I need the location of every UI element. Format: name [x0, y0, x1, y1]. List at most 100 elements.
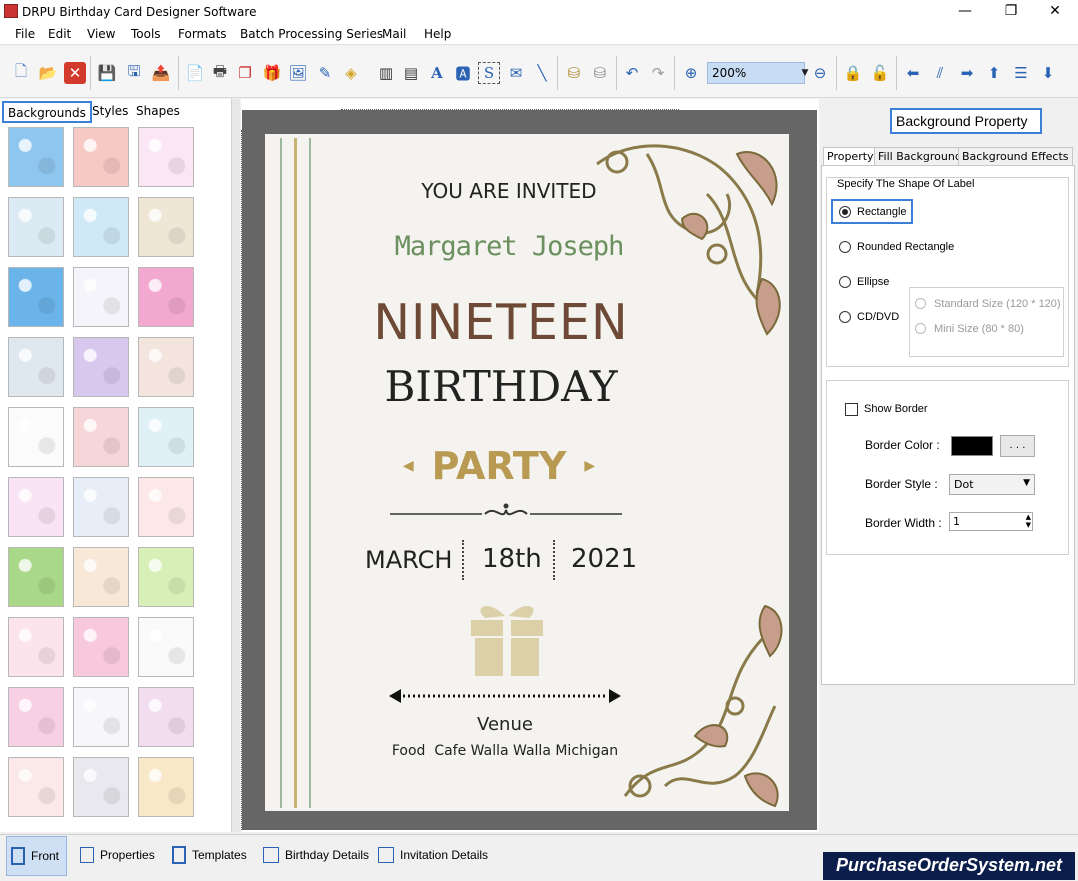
barcode-icon[interactable]: ▥ — [375, 62, 397, 84]
database-icon[interactable]: ⛁ — [563, 62, 585, 84]
barcode2-icon[interactable]: ▤ — [400, 62, 422, 84]
tab-property[interactable]: Property — [823, 147, 878, 166]
birthday-text[interactable]: BIRTHDAY — [265, 362, 763, 411]
menu-mail[interactable]: Mail — [382, 27, 406, 41]
undo-icon[interactable]: ↶ — [621, 62, 643, 84]
print-icon[interactable]: 🖶 — [209, 62, 231, 84]
background-thumbnail[interactable] — [73, 197, 129, 257]
tab-styles[interactable]: Styles — [88, 101, 132, 123]
background-thumbnail[interactable] — [8, 337, 64, 397]
tab-front[interactable]: Front — [6, 836, 67, 876]
tab-properties[interactable]: Properties — [76, 842, 159, 868]
background-thumbnail[interactable] — [138, 337, 194, 397]
background-thumbnail[interactable] — [138, 477, 194, 537]
line-icon[interactable]: ╲ — [531, 62, 553, 84]
invite-text[interactable]: YOU ARE INVITED — [265, 179, 771, 203]
shape-icon[interactable]: ◈ — [340, 62, 362, 84]
menu-batch[interactable]: Batch Processing Series — [240, 27, 383, 41]
save-icon[interactable]: 💾 — [96, 62, 118, 84]
background-thumbnail[interactable] — [138, 407, 194, 467]
background-thumbnail[interactable] — [138, 127, 194, 187]
background-thumbnail[interactable] — [8, 407, 64, 467]
lock-icon[interactable]: 🔒 — [842, 62, 864, 84]
background-thumbnail[interactable] — [138, 197, 194, 257]
close-file-icon[interactable]: ✕ — [64, 62, 86, 84]
align-icon[interactable]: ☰ — [1010, 62, 1032, 84]
background-thumbnail[interactable] — [73, 617, 129, 677]
gift-icon[interactable]: 🎁 — [261, 62, 283, 84]
background-thumbnail[interactable] — [73, 547, 129, 607]
background-thumbnail[interactable] — [73, 477, 129, 537]
arrow-right-icon[interactable]: ➡ — [956, 62, 978, 84]
pen-icon[interactable]: ✎ — [314, 62, 336, 84]
spin-down-icon[interactable]: ▼ — [1026, 521, 1031, 529]
background-thumbnail[interactable] — [8, 477, 64, 537]
zoom-select[interactable]: 200% — [707, 62, 805, 84]
background-thumbnail[interactable] — [138, 757, 194, 817]
copy-icon[interactable]: ❐ — [234, 62, 256, 84]
background-thumbnail[interactable] — [8, 127, 64, 187]
age-text[interactable]: NINETEEN — [265, 294, 763, 351]
background-thumbnail[interactable] — [8, 267, 64, 327]
card[interactable]: YOU ARE INVITED Margaret Joseph NINETEEN… — [265, 134, 789, 811]
venue-address[interactable]: Food Cafe Walla Walla Michigan — [265, 743, 767, 759]
label-rectangle[interactable]: Rectangle — [857, 206, 907, 218]
menu-file[interactable]: File — [15, 27, 35, 41]
radio-rounded-rectangle[interactable] — [839, 241, 851, 253]
tab-backgrounds[interactable]: Backgrounds — [2, 101, 92, 123]
label-ellipse[interactable]: Ellipse — [857, 276, 889, 288]
unlock-icon[interactable]: 🔓 — [869, 62, 891, 84]
image-icon[interactable]: 🖼 — [287, 62, 309, 84]
zoom-in-icon[interactable]: ⊕ — [680, 62, 702, 84]
show-border-checkbox[interactable] — [845, 403, 858, 416]
mail-icon[interactable]: ✉ — [505, 62, 527, 84]
close-button[interactable]: ✕ — [1032, 0, 1078, 24]
menu-formats[interactable]: Formats — [178, 27, 227, 41]
radio-cd-dvd[interactable] — [839, 311, 851, 323]
label-cd-dvd[interactable]: CD/DVD — [857, 311, 899, 323]
border-color-button[interactable]: . . . — [1000, 435, 1035, 457]
maximize-button[interactable]: ❐ — [988, 0, 1034, 24]
export-icon[interactable]: 📤 — [150, 62, 172, 84]
arrow-left-icon[interactable]: ⬅ — [902, 62, 924, 84]
guest-name[interactable]: Margaret Joseph — [265, 231, 771, 262]
label-rounded-rectangle[interactable]: Rounded Rectangle — [857, 241, 954, 253]
radio-rectangle[interactable] — [839, 206, 851, 218]
menu-tools[interactable]: Tools — [131, 27, 161, 41]
border-width-stepper[interactable]: 1 ▲ ▼ — [949, 512, 1033, 531]
background-thumbnail[interactable] — [73, 337, 129, 397]
background-thumbnail[interactable] — [138, 267, 194, 327]
properties-icon[interactable]: 📄 — [184, 62, 206, 84]
open-icon[interactable]: 📂 — [37, 62, 59, 84]
border-color-swatch[interactable] — [951, 436, 993, 456]
background-thumbnail[interactable] — [73, 757, 129, 817]
background-thumbnail[interactable] — [8, 687, 64, 747]
background-thumbnail[interactable] — [73, 687, 129, 747]
arrow-up-icon[interactable]: ⬆ — [983, 62, 1005, 84]
background-thumbnail[interactable] — [138, 617, 194, 677]
radio-ellipse[interactable] — [839, 276, 851, 288]
background-thumbnail[interactable] — [8, 617, 64, 677]
show-border-label[interactable]: Show Border — [864, 403, 928, 415]
background-thumbnail[interactable] — [73, 127, 129, 187]
background-thumbnail[interactable] — [8, 757, 64, 817]
database2-icon[interactable]: ⛁ — [589, 62, 611, 84]
tab-invitation-details[interactable]: Invitation Details — [374, 842, 492, 868]
tab-shapes[interactable]: Shapes — [132, 101, 184, 123]
minimize-button[interactable]: — — [942, 0, 988, 24]
menu-help[interactable]: Help — [424, 27, 451, 41]
wordart-icon[interactable]: 🅰 — [452, 62, 474, 84]
redo-icon[interactable]: ↷ — [647, 62, 669, 84]
date-day[interactable]: 18th — [482, 544, 542, 574]
border-style-select[interactable]: Dot ▼ — [949, 474, 1035, 495]
tab-background-effects[interactable]: Background Effects — [958, 147, 1073, 166]
background-thumbnail[interactable] — [73, 407, 129, 467]
background-thumbnail[interactable] — [138, 547, 194, 607]
tab-templates[interactable]: Templates — [168, 842, 251, 868]
tab-fill-background[interactable]: Fill Background — [874, 147, 966, 166]
background-thumbnail[interactable] — [8, 547, 64, 607]
background-thumbnail[interactable] — [138, 687, 194, 747]
party-text[interactable]: PARTY — [432, 444, 567, 488]
date-year[interactable]: 2021 — [571, 544, 637, 574]
tab-birthday-details[interactable]: Birthday Details — [259, 842, 373, 868]
